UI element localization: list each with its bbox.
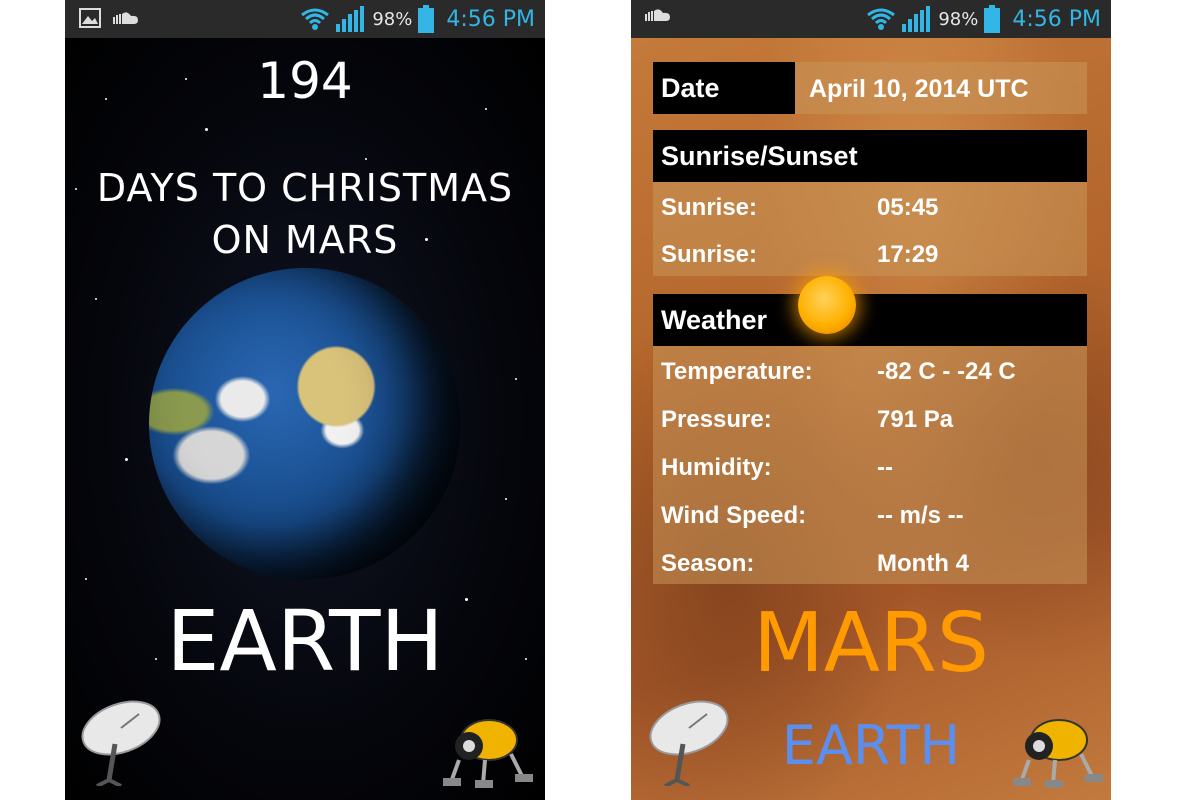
season-value: Month 4 <box>877 550 969 577</box>
battery-icon <box>984 5 1001 33</box>
weather-panel: Weather Temperature: -82 C - -24 C Press… <box>653 294 1087 584</box>
sun-header: Sunrise/Sunset <box>653 130 1087 182</box>
days-countdown: 194 <box>257 52 353 110</box>
sun-panel: Sunrise/Sunset Sunrise: 05:45 Sunrise: 1… <box>653 130 1087 276</box>
satellite-dish-icon[interactable] <box>643 694 739 786</box>
soundcloud-icon <box>645 9 670 21</box>
soundcloud-icon <box>113 12 138 24</box>
status-time: 4:56 PM <box>446 6 535 32</box>
humidity-label: Humidity: <box>661 454 772 481</box>
sunrise-label: Sunrise: <box>661 194 758 221</box>
mars-screen: 98% 4:56 PM Date April 10, 2014 UTC Sunr… <box>631 0 1111 800</box>
wind-speed-label: Wind Speed: <box>661 502 807 529</box>
weather-header: Weather <box>653 294 1087 346</box>
wind-speed-value: -- m/s -- <box>877 502 964 529</box>
temperature-label: Temperature: <box>661 358 813 385</box>
satellite-dish-icon[interactable] <box>75 694 171 786</box>
planet-title-mars: MARS <box>753 596 989 691</box>
season-label: Season: <box>661 550 755 577</box>
rover-icon[interactable] <box>1009 716 1105 788</box>
pressure-value: 791 Pa <box>877 406 954 433</box>
wifi-icon <box>867 8 896 30</box>
signal-icon <box>336 6 365 32</box>
battery-icon <box>418 5 435 33</box>
battery-percent: 98% <box>938 8 979 30</box>
humidity-value: -- <box>877 454 893 481</box>
pressure-label: Pressure: <box>661 406 772 433</box>
rover-icon[interactable] <box>439 716 535 788</box>
date-label: Date <box>653 62 795 114</box>
status-bar: 98% 4:56 PM <box>631 0 1111 38</box>
date-value: April 10, 2014 UTC <box>809 75 1029 103</box>
date-panel: Date April 10, 2014 UTC <box>653 62 1087 114</box>
sun-icon <box>798 276 856 334</box>
status-time: 4:56 PM <box>1012 6 1101 32</box>
temperature-value: -82 C - -24 C <box>877 358 1016 385</box>
gallery-icon <box>79 8 101 28</box>
earth-screen: 98% 4:56 PM 194 DAYS TO CHRISTMAS ON MAR… <box>65 0 545 800</box>
sunrise-value: 05:45 <box>877 194 939 221</box>
planet-title-earth: EARTH <box>166 592 444 690</box>
days-label-line1: DAYS TO CHRISTMAS <box>96 166 514 210</box>
sunset-value: 17:29 <box>877 241 939 268</box>
battery-percent: 98% <box>372 8 413 30</box>
earth-globe-image <box>149 268 461 580</box>
status-bar: 98% 4:56 PM <box>65 0 545 38</box>
days-label-line2: ON MARS <box>211 218 399 262</box>
signal-icon <box>902 6 931 32</box>
sunset-label: Sunrise: <box>661 241 758 268</box>
wifi-icon <box>301 8 330 30</box>
